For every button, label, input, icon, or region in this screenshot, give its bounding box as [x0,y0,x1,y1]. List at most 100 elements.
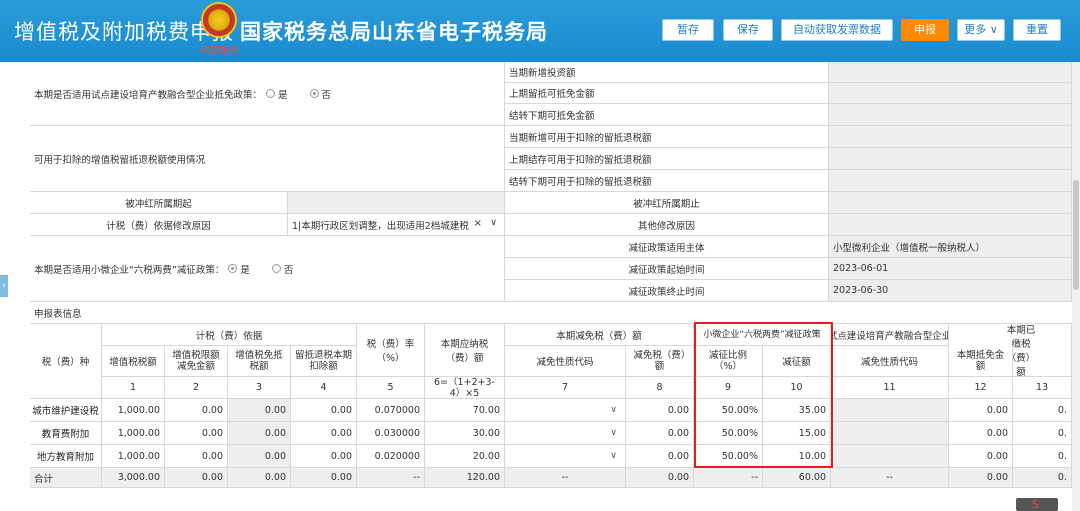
colnum-12: 12 [949,377,1013,399]
row-c11 [831,445,949,468]
total-c5: -- [357,468,425,488]
save-draft-button[interactable]: 暂存 [662,19,714,41]
row-c4[interactable]: 0.00 [291,399,357,422]
input-method-icon[interactable]: S [1016,498,1058,511]
fetch-invoice-button[interactable]: 自动获取发票数据 [781,19,893,41]
scrollbar-thumb[interactable] [1073,180,1079,290]
small-yes-radio[interactable] [228,264,238,273]
total-c3: 0.00 [228,468,291,488]
small-yes-label: 是 [240,264,250,276]
chevron-down-icon[interactable]: ∨ [610,451,617,461]
colnum-11: 11 [831,377,949,399]
row-c4[interactable]: 0.00 [291,445,357,468]
refund-row-1-value [829,126,1072,148]
row-tax-type: 地方教育附加 [30,445,102,468]
basis-reason-select[interactable]: 1|本期行政区划调整，出现适用2档城建税 × ∨ [288,214,505,236]
total-c11: -- [831,468,949,488]
colnum-6: 6=（1+2+3-4）×5 [425,377,505,399]
row-c6: 30.00 [425,422,505,445]
total-c8: 0.00 [626,468,694,488]
row-c2[interactable]: 0.00 [165,445,228,468]
colnum-3: 3 [228,377,291,399]
row-c7[interactable]: ∨ [505,422,626,445]
row-c8: 0.00 [626,445,694,468]
row-c6: 20.00 [425,445,505,468]
total-c9: -- [694,468,763,488]
pilot-row-1-value [829,62,1072,83]
pilot-policy-label: 本期是否适用试点建设培育产教融合型企业抵免政策： [34,89,263,101]
row-c3: 0.00 [228,399,291,422]
row-c1[interactable]: 1,000.00 [102,399,165,422]
row-c1[interactable]: 1,000.00 [102,422,165,445]
row-c9: 50.00% [694,422,763,445]
col-2: 增值税限额减免金额 [165,346,228,377]
row-c2[interactable]: 0.00 [165,399,228,422]
col-1: 增值税税额 [102,346,165,377]
refund-usage-label: 可用于扣除的增值税留抵退税额使用情况 [30,126,505,192]
row-c4[interactable]: 0.00 [291,422,357,445]
row-c10: 35.00 [763,399,831,422]
small-policy-label: 本期是否适用小微企业“六税两费”减征政策： [34,264,225,276]
row-tax-type: 教育费附加 [30,422,102,445]
pilot-yes-label: 是 [278,89,288,101]
total-tax-type: 合计 [30,468,102,488]
colnum-9: 9 [694,377,763,399]
other-reason-value [829,214,1072,236]
col-8: 减免税（费）额 [626,346,694,377]
more-menu-button[interactable]: 更多 ∨ [957,19,1005,41]
row-c13: 0. [1013,399,1072,422]
side-expand-handle[interactable]: › [0,275,8,297]
pilot-row-2-label: 上期留抵可抵免金额 [505,83,829,104]
row-c7[interactable]: ∨ [505,399,626,422]
small-no-radio[interactable] [271,264,281,273]
clear-icon[interactable]: × [474,218,482,229]
small-no-label: 否 [283,264,294,276]
reset-button[interactable]: 重置 [1013,19,1061,41]
org-title: 国家税务总局山东省电子税务局 [240,20,548,44]
pilot-no-radio[interactable] [309,89,319,98]
reduction-end-value: 2023-06-30 [829,280,1072,302]
emblem-caption: 中国税务 [198,46,238,57]
offset-end-value [829,192,1072,214]
total-c1: 3,000.00 [102,468,165,488]
col-reduction-group: 本期减免税（费）额 [505,324,694,346]
row-c7[interactable]: ∨ [505,445,626,468]
chevron-down-icon[interactable]: ∨ [490,218,497,228]
col-7: 减免性质代码 [505,346,626,377]
row-c12: 0.00 [949,422,1013,445]
colnum-5: 5 [357,377,425,399]
pilot-row-2-value [829,83,1072,104]
row-c11 [831,399,949,422]
col-tax-type: 税（费）种 [30,324,102,399]
chevron-down-icon[interactable]: ∨ [610,428,617,438]
pilot-policy-row: 本期是否适用试点建设培育产教融合型企业抵免政策： 是 否 [30,62,505,126]
col-9: 减征比例（%） [694,346,763,377]
col-3: 增值税免抵税额 [228,346,291,377]
row-c3: 0.00 [228,445,291,468]
pilot-yes-radio[interactable] [266,89,276,98]
save-button[interactable]: 保存 [723,19,773,41]
offset-start-value [288,192,505,214]
col-pilot-group: 试点建设培育产教融合型企业 [831,324,949,346]
chevron-down-icon[interactable]: ∨ [610,405,617,415]
row-c12: 0.00 [949,399,1013,422]
row-c9: 50.00% [694,445,763,468]
row-c1[interactable]: 1,000.00 [102,445,165,468]
col-10: 减征额 [763,346,831,377]
refund-row-2-label: 上期结存可用于扣除的留抵退税额 [505,148,829,170]
row-c8: 0.00 [626,422,694,445]
row-c2[interactable]: 0.00 [165,422,228,445]
row-tax-type: 城市维护建设税 [30,399,102,422]
col-payable: 本期应纳税（费）额 [425,324,505,377]
row-c5: 0.020000 [357,445,425,468]
row-c3: 0.00 [228,422,291,445]
colnum-10: 10 [763,377,831,399]
reduction-end-label: 减征政策终止时间 [505,280,829,302]
offset-end-label: 被冲红所属期止 [505,192,829,214]
total-c13: 0. [1013,468,1072,488]
app-header: 增值税及附加税费申报 ★ 中国税务 国家税务总局山东省电子税务局 暂存 保存 自… [0,0,1080,62]
total-c10: 60.00 [763,468,831,488]
row-c13: 0. [1013,422,1072,445]
col-4: 留抵退税本期扣除额 [291,346,357,377]
submit-button[interactable]: 申报 [901,19,949,41]
